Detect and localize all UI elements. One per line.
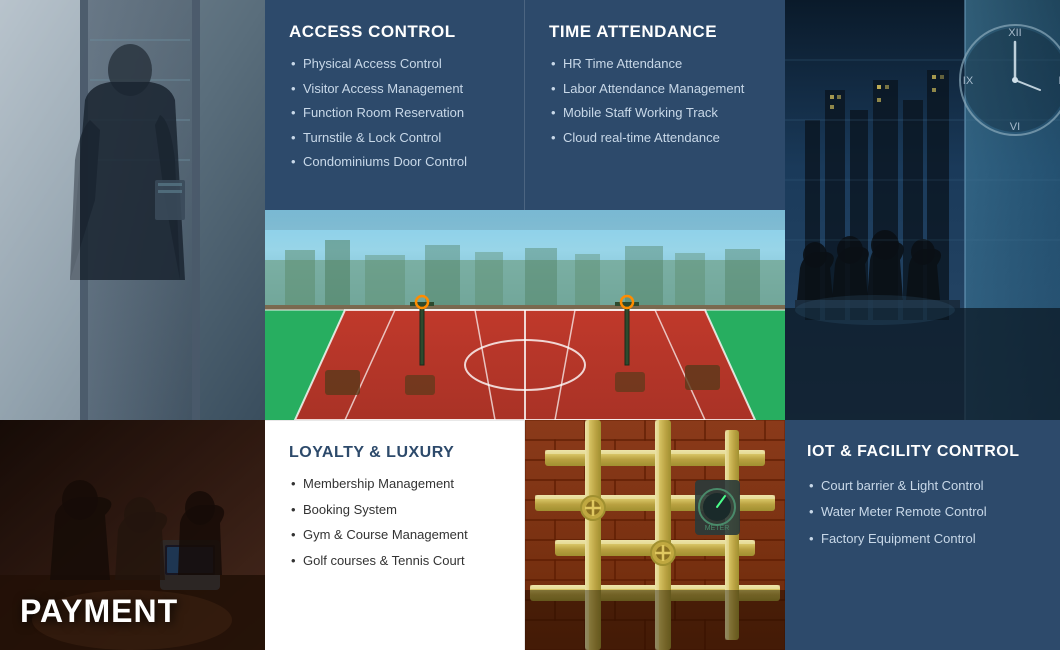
- loyalty-luxury-title: LOYALTY & LUXURY: [289, 443, 500, 462]
- list-item: • Condominiums Door Control: [289, 153, 500, 171]
- list-item: • Membership Management: [289, 475, 500, 493]
- access-control-list: • Physical Access Control • Visitor Acce…: [289, 55, 500, 171]
- info-panels-row: ACCESS CONTROL • Physical Access Control…: [265, 0, 785, 210]
- svg-text:XII: XII: [1008, 27, 1021, 39]
- list-item: • Visitor Access Management: [289, 80, 500, 98]
- access-control-section: ACCESS CONTROL • Physical Access Control…: [265, 0, 525, 210]
- payment-label: PAYMENT: [20, 593, 178, 630]
- main-layout: ACCESS CONTROL • Physical Access Control…: [0, 0, 1060, 650]
- list-item: • Water Meter Remote Control: [807, 503, 1038, 521]
- top-right-photo: XII III VI IX: [785, 0, 1060, 420]
- list-item: • Turnstile & Lock Control: [289, 129, 500, 147]
- payment-section: PAYMENT: [0, 420, 265, 650]
- court-svg: [265, 210, 785, 420]
- iot-facility-section: IOT & FACILITY CONTROL • Court barrier &…: [785, 420, 1060, 650]
- time-attendance-section: TIME ATTENDANCE • HR Time Attendance • L…: [525, 0, 785, 210]
- list-item: • Golf courses & Tennis Court: [289, 552, 500, 570]
- list-item: • Function Room Reservation: [289, 104, 500, 122]
- time-attendance-title: TIME ATTENDANCE: [549, 22, 761, 42]
- list-item: • Cloud real-time Attendance: [549, 129, 761, 147]
- loyalty-luxury-section: LOYALTY & LUXURY • Membership Management…: [265, 420, 525, 650]
- city-silhouette-svg: XII III VI IX: [785, 0, 1060, 420]
- list-item: • Mobile Staff Working Track: [549, 104, 761, 122]
- svg-text:METER: METER: [705, 525, 730, 532]
- access-control-title: ACCESS CONTROL: [289, 22, 500, 42]
- top-left-photo: [0, 0, 265, 420]
- iot-facility-title: IOT & FACILITY CONTROL: [807, 442, 1038, 463]
- list-item: • HR Time Attendance: [549, 55, 761, 73]
- person-silhouette-svg: [0, 0, 265, 420]
- list-item: • Booking System: [289, 501, 500, 519]
- pipe-photo: METER: [525, 420, 785, 650]
- iot-facility-list: • Court barrier & Light Control • Water …: [807, 477, 1038, 548]
- svg-text:VI: VI: [1010, 121, 1020, 133]
- court-photo: [265, 210, 785, 420]
- list-item: • Factory Equipment Control: [807, 530, 1038, 548]
- list-item: • Labor Attendance Management: [549, 80, 761, 98]
- list-item: • Gym & Course Management: [289, 526, 500, 544]
- bottom-row: PAYMENT LOYALTY & LUXURY • Membership Ma…: [0, 420, 1060, 650]
- list-item: • Court barrier & Light Control: [807, 477, 1038, 495]
- top-center-panel: ACCESS CONTROL • Physical Access Control…: [265, 0, 785, 420]
- time-attendance-list: • HR Time Attendance • Labor Attendance …: [549, 55, 761, 146]
- pipe-svg: METER: [525, 420, 785, 650]
- svg-text:IX: IX: [963, 75, 974, 87]
- loyalty-luxury-list: • Membership Management • Booking System…: [289, 475, 500, 569]
- list-item: • Physical Access Control: [289, 55, 500, 73]
